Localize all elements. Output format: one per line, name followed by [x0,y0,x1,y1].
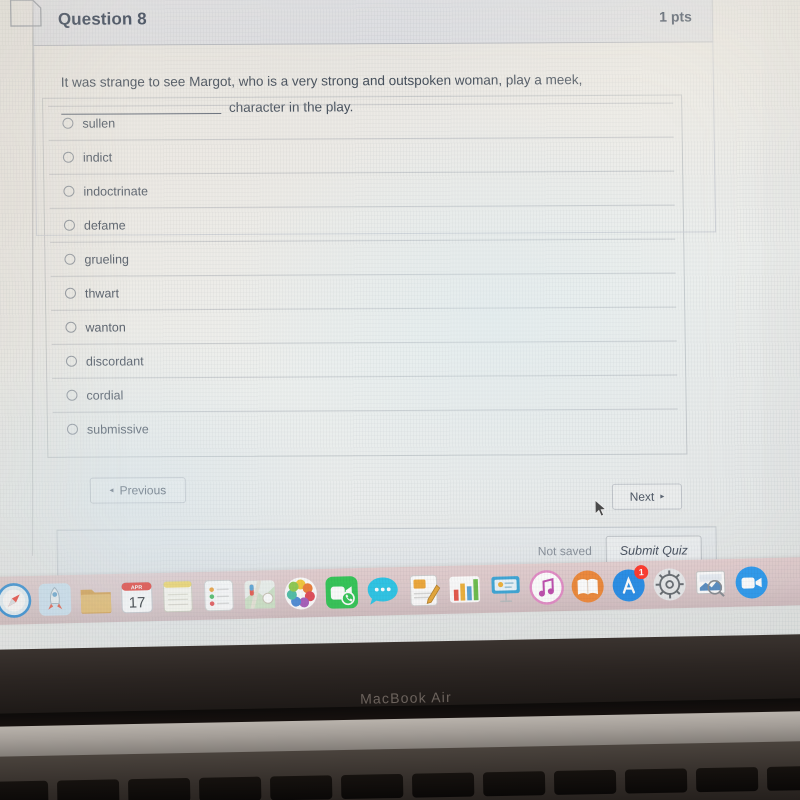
radio-button-icon[interactable] [66,389,78,401]
question-title: Question 8 [57,9,147,29]
chevron-right-icon: ▸ [660,491,665,501]
radio-button-icon[interactable] [65,355,78,367]
option-label: wanton [85,319,126,335]
bookmark-flag-icon [9,0,43,28]
svg-text:APR: APR [131,585,143,591]
radio-button-icon[interactable] [62,117,74,129]
keyboard-key [340,773,404,800]
radio-button-icon[interactable] [62,151,75,163]
keyboard-key [269,775,333,800]
next-button[interactable]: Next ▸ [611,483,683,510]
facetime-icon[interactable] [323,574,360,611]
radio-button-icon[interactable] [66,423,79,435]
radio-button-icon[interactable] [64,287,77,299]
finder-folder-icon[interactable] [77,580,114,617]
option-label: indoctrinate [83,183,149,199]
option-row[interactable]: wanton [51,306,677,344]
option-row[interactable]: indict [48,136,675,174]
previous-button-label: Previous [119,483,167,498]
numbers-icon[interactable] [446,571,483,608]
messages-icon[interactable] [364,573,401,610]
option-row[interactable]: sullen [48,102,674,140]
ibooks-icon[interactable] [569,568,606,605]
option-label: thwart [84,285,120,301]
option-row[interactable]: indoctrinate [49,170,675,208]
radio-button-icon[interactable] [63,219,76,231]
option-row[interactable]: thwart [50,272,677,310]
app-store-icon[interactable]: 1 [610,564,649,604]
option-row[interactable]: submissive [52,408,679,446]
keyboard-key [482,771,546,797]
keyboard-key [624,768,688,794]
option-row[interactable]: grueling [50,238,676,276]
option-row[interactable]: discordant [51,340,678,378]
launchpad-icon[interactable] [36,581,73,618]
keyboard-key [411,772,475,798]
answer-options: sullen indict indoctrinate defame grueli… [48,102,679,446]
previous-button[interactable]: ◂ Previous [89,477,187,504]
reminders-icon[interactable] [200,577,237,614]
keyboard-key [198,776,262,800]
option-label: indict [82,150,113,165]
laptop-screen: Question 8 1 pts It was strange to see M… [0,0,800,651]
calendar-icon[interactable]: APR 17 [118,579,155,616]
option-label: sullen [82,116,116,131]
radio-button-icon[interactable] [64,253,76,265]
option-label: cordial [86,387,124,403]
option-label: grueling [84,251,130,267]
photos-icon[interactable] [282,575,319,612]
preview-icon[interactable] [692,565,729,602]
radio-button-icon[interactable] [63,185,75,197]
safari-icon[interactable] [0,582,33,619]
submit-quiz-label: Submit Quiz [619,543,688,558]
photograph-of-laptop-screen: Question 8 1 pts It was strange to see M… [0,0,800,800]
radio-button-icon[interactable] [65,321,77,333]
next-button-label: Next [629,489,655,504]
keyboard-key [0,780,49,800]
pages-icon[interactable] [405,572,442,609]
maps-icon[interactable] [241,576,278,613]
question-points: 1 pts [659,8,693,25]
save-status: Not saved [537,543,592,559]
keyboard-key [56,779,120,800]
keyboard-key [553,769,617,795]
quiz-page: Question 8 1 pts It was strange to see M… [0,0,800,650]
itunes-icon[interactable] [528,569,565,606]
keyboard-key [766,765,800,791]
keyboard-key [695,767,759,793]
notes-icon[interactable] [159,578,196,615]
prompt-line-1: It was strange to see Margot, who is a v… [60,72,583,90]
option-label: discordant [85,353,144,369]
option-label: defame [83,217,126,233]
keynote-icon[interactable] [487,570,524,607]
mouse-cursor [594,498,607,523]
question-header: Question 8 1 pts [32,0,714,46]
zoom-icon[interactable] [733,564,770,601]
system-preferences-icon[interactable] [651,566,688,603]
option-row[interactable]: defame [49,204,676,242]
keyboard-key [127,777,191,800]
option-row[interactable]: cordial [52,374,678,412]
chevron-left-icon: ◂ [109,485,114,495]
svg-text:17: 17 [128,594,145,611]
option-label: submissive [86,421,149,437]
